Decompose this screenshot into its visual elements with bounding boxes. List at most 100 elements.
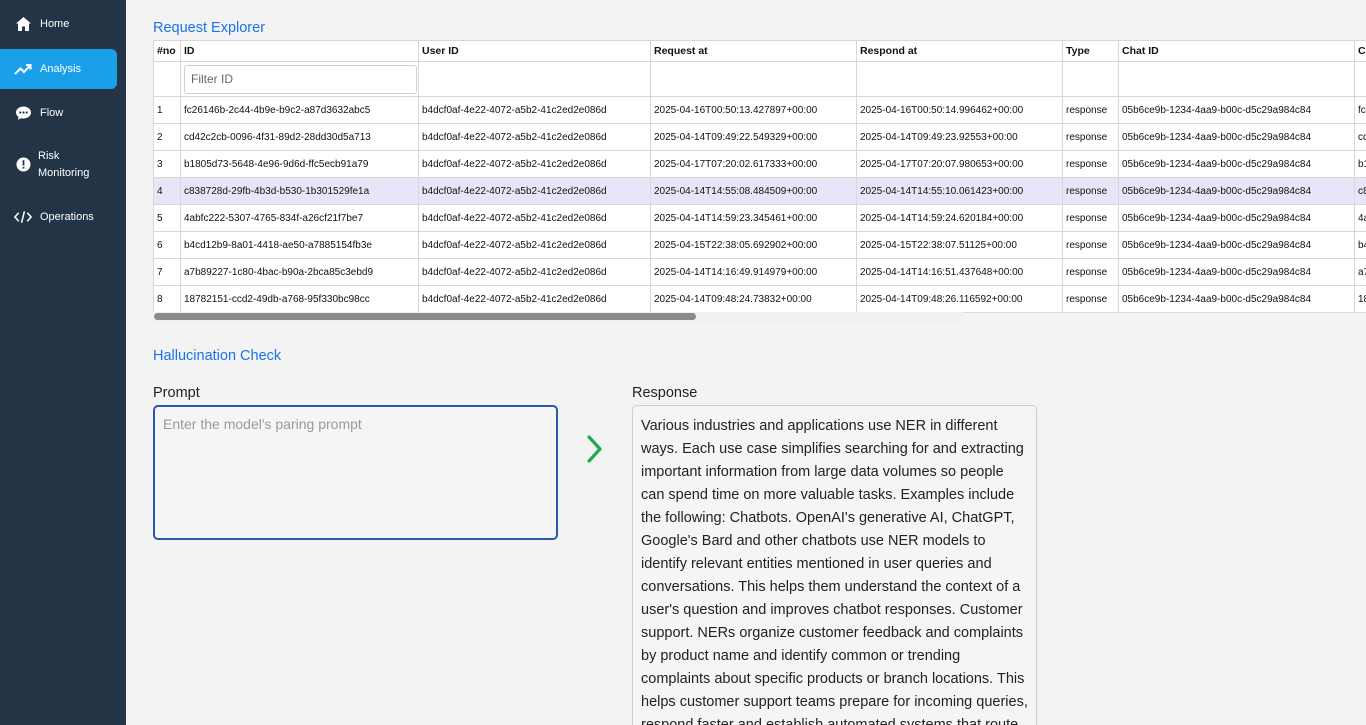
- cell-request-at: 2025-04-17T07:20:02.617333+00:00: [650, 150, 857, 178]
- cell-type: response: [1062, 231, 1119, 259]
- table-row[interactable]: 3 b1805d73-5648-4e96-9d6d-ffc5ecb91a79 b4d…: [153, 150, 1366, 178]
- cell-user-id: b4dcf0af-4e22-4072-a5b2-41c2ed2e086d: [418, 285, 651, 313]
- sidebar-item-home[interactable]: Home: [0, 7, 117, 41]
- sidebar-item-label: Risk Monitoring: [38, 150, 90, 179]
- trend-icon: [14, 60, 32, 78]
- prompt-input[interactable]: [153, 405, 558, 540]
- cell-type: response: [1062, 204, 1119, 232]
- cell-respond-at: 2025-04-14T09:48:26.116592+00:00: [856, 285, 1063, 313]
- sidebar: Home Analysis Flow Risk Monitoring Opera…: [0, 0, 126, 725]
- sidebar-item-operations[interactable]: Operations: [0, 200, 117, 234]
- code-icon: [14, 208, 32, 226]
- cell-type: response: [1062, 177, 1119, 205]
- sidebar-item-flow[interactable]: Flow: [0, 96, 117, 130]
- cell-type: response: [1062, 96, 1119, 124]
- cell-id: b4cd12b9-8a01-4418-ae50-a7885154fb3e: [180, 231, 419, 259]
- cell-request-at: 2025-04-14T09:49:22.549329+00:00: [650, 123, 857, 151]
- cell-truncated: b1: [1354, 150, 1366, 178]
- cell-no: 1: [153, 96, 181, 124]
- cell-request-at: 2025-04-14T14:16:49.914979+00:00: [650, 258, 857, 286]
- cell-request-at: 2025-04-16T00:50:13.427897+00:00: [650, 96, 857, 124]
- column-header-request-at[interactable]: Request at: [650, 40, 857, 62]
- table-row[interactable]: 4 c838728d-29fb-4b3d-b530-1b301529fe1a b4d…: [153, 177, 1366, 205]
- cell-user-id: b4dcf0af-4e22-4072-a5b2-41c2ed2e086d: [418, 150, 651, 178]
- cell-respond-at: 2025-04-14T14:59:24.620184+00:00: [856, 204, 1063, 232]
- table-row[interactable]: 7 a7b89227-1c80-4bac-b90a-2bca85c3ebd9 b4d…: [153, 258, 1366, 286]
- cell-request-at: 2025-04-14T09:48:24.73832+00:00: [650, 285, 857, 313]
- column-header-user-id[interactable]: User ID: [418, 40, 651, 62]
- sidebar-item-label: Flow: [40, 106, 64, 119]
- cell-truncated: cd: [1354, 123, 1366, 151]
- cell-id: b1805d73-5648-4e96-9d6d-ffc5ecb91a79: [180, 150, 419, 178]
- cell-type: response: [1062, 285, 1119, 313]
- response-label: Response: [632, 385, 698, 401]
- cell-truncated: fc: [1354, 96, 1366, 124]
- cell-user-id: b4dcf0af-4e22-4072-a5b2-41c2ed2e086d: [418, 123, 651, 151]
- cell-respond-at: 2025-04-14T14:55:10.061423+00:00: [856, 177, 1063, 205]
- sidebar-item-label: Analysis: [40, 62, 81, 75]
- filter-id-input[interactable]: [184, 64, 417, 94]
- cell-user-id: b4dcf0af-4e22-4072-a5b2-41c2ed2e086d: [418, 231, 651, 259]
- cell-chat-id: 05b6ce9b-1234-4aa9-b00c-d5c29a984c84: [1118, 204, 1355, 232]
- table-row[interactable]: 8 18782151-ccd2-49db-a768-95f330bc98cc b4d…: [153, 285, 1366, 313]
- table-row[interactable]: 2 cd42c2cb-0096-4f31-89d2-28dd30d5a713 b4d…: [153, 123, 1366, 151]
- cell-chat-id: 05b6ce9b-1234-4aa9-b00c-d5c29a984c84: [1118, 231, 1355, 259]
- cell-no: 4: [153, 177, 181, 205]
- cell-truncated: 4a: [1354, 204, 1366, 232]
- sidebar-item-risk-monitoring[interactable]: Risk Monitoring: [0, 146, 117, 182]
- request-table-container: #no ID User ID Request at Respond at Typ…: [153, 40, 1366, 323]
- cell-respond-at: 2025-04-16T00:50:14.996462+00:00: [856, 96, 1063, 124]
- cell-no: 3: [153, 150, 181, 178]
- cell-user-id: b4dcf0af-4e22-4072-a5b2-41c2ed2e086d: [418, 96, 651, 124]
- cell-no: 8: [153, 285, 181, 313]
- cell-id: 4abfc222-5307-4765-834f-a26cf21f7be7: [180, 204, 419, 232]
- cell-chat-id: 05b6ce9b-1234-4aa9-b00c-d5c29a984c84: [1118, 177, 1355, 205]
- cell-respond-at: 2025-04-15T22:38:07.51125+00:00: [856, 231, 1063, 259]
- cell-respond-at: 2025-04-14T09:49:23.92553+00:00: [856, 123, 1063, 151]
- cell-chat-id: 05b6ce9b-1234-4aa9-b00c-d5c29a984c84: [1118, 96, 1355, 124]
- cell-id: cd42c2cb-0096-4f31-89d2-28dd30d5a713: [180, 123, 419, 151]
- cell-respond-at: 2025-04-17T07:20:07.980653+00:00: [856, 150, 1063, 178]
- filter-row: [153, 61, 1366, 97]
- table-row[interactable]: 6 b4cd12b9-8a01-4418-ae50-a7885154fb3e b4d…: [153, 231, 1366, 259]
- cell-chat-id: 05b6ce9b-1234-4aa9-b00c-d5c29a984c84: [1118, 123, 1355, 151]
- cell-type: response: [1062, 123, 1119, 151]
- cell-chat-id: 05b6ce9b-1234-4aa9-b00c-d5c29a984c84: [1118, 258, 1355, 286]
- cell-user-id: b4dcf0af-4e22-4072-a5b2-41c2ed2e086d: [418, 258, 651, 286]
- response-output: Various industries and applications use …: [632, 405, 1037, 725]
- cell-respond-at: 2025-04-14T14:16:51.437648+00:00: [856, 258, 1063, 286]
- table-row[interactable]: 5 4abfc222-5307-4765-834f-a26cf21f7be7 b4d…: [153, 204, 1366, 232]
- prompt-label: Prompt: [153, 385, 200, 401]
- hallucination-check-title: Hallucination Check: [153, 348, 282, 364]
- cell-truncated: b4: [1354, 231, 1366, 259]
- table-row[interactable]: 1 fc26146b-2c44-4b9e-b9c2-a87d3632abc5 b4d…: [153, 96, 1366, 124]
- cell-type: response: [1062, 258, 1119, 286]
- chevron-right-icon[interactable]: [584, 434, 606, 464]
- column-header-respond-at[interactable]: Respond at: [856, 40, 1063, 62]
- chat-icon: [14, 104, 32, 122]
- cell-chat-id: 05b6ce9b-1234-4aa9-b00c-d5c29a984c84: [1118, 285, 1355, 313]
- cell-type: response: [1062, 150, 1119, 178]
- cell-chat-id: 05b6ce9b-1234-4aa9-b00c-d5c29a984c84: [1118, 150, 1355, 178]
- cell-no: 2: [153, 123, 181, 151]
- cell-no: 7: [153, 258, 181, 286]
- column-header-type[interactable]: Type: [1062, 40, 1119, 62]
- cell-no: 6: [153, 231, 181, 259]
- column-header-no[interactable]: #no: [153, 40, 181, 62]
- column-header-id[interactable]: ID: [180, 40, 419, 62]
- sidebar-item-analysis[interactable]: Analysis: [0, 49, 117, 89]
- cell-id: 18782151-ccd2-49db-a768-95f330bc98cc: [180, 285, 419, 313]
- table-header-row: #no ID User ID Request at Respond at Typ…: [153, 40, 1366, 62]
- cell-id: a7b89227-1c80-4bac-b90a-2bca85c3ebd9: [180, 258, 419, 286]
- cell-id: fc26146b-2c44-4b9e-b9c2-a87d3632abc5: [180, 96, 419, 124]
- cell-truncated: 18: [1354, 285, 1366, 313]
- cell-user-id: b4dcf0af-4e22-4072-a5b2-41c2ed2e086d: [418, 204, 651, 232]
- column-header-truncated[interactable]: C: [1354, 40, 1366, 62]
- column-header-chat-id[interactable]: Chat ID: [1118, 40, 1355, 62]
- sidebar-item-label: Operations: [40, 210, 94, 223]
- cell-request-at: 2025-04-15T22:38:05.692902+00:00: [650, 231, 857, 259]
- scrollbar-thumb[interactable]: [154, 313, 696, 320]
- alert-icon: [14, 155, 32, 173]
- cell-truncated: c8: [1354, 177, 1366, 205]
- cell-truncated: a7: [1354, 258, 1366, 286]
